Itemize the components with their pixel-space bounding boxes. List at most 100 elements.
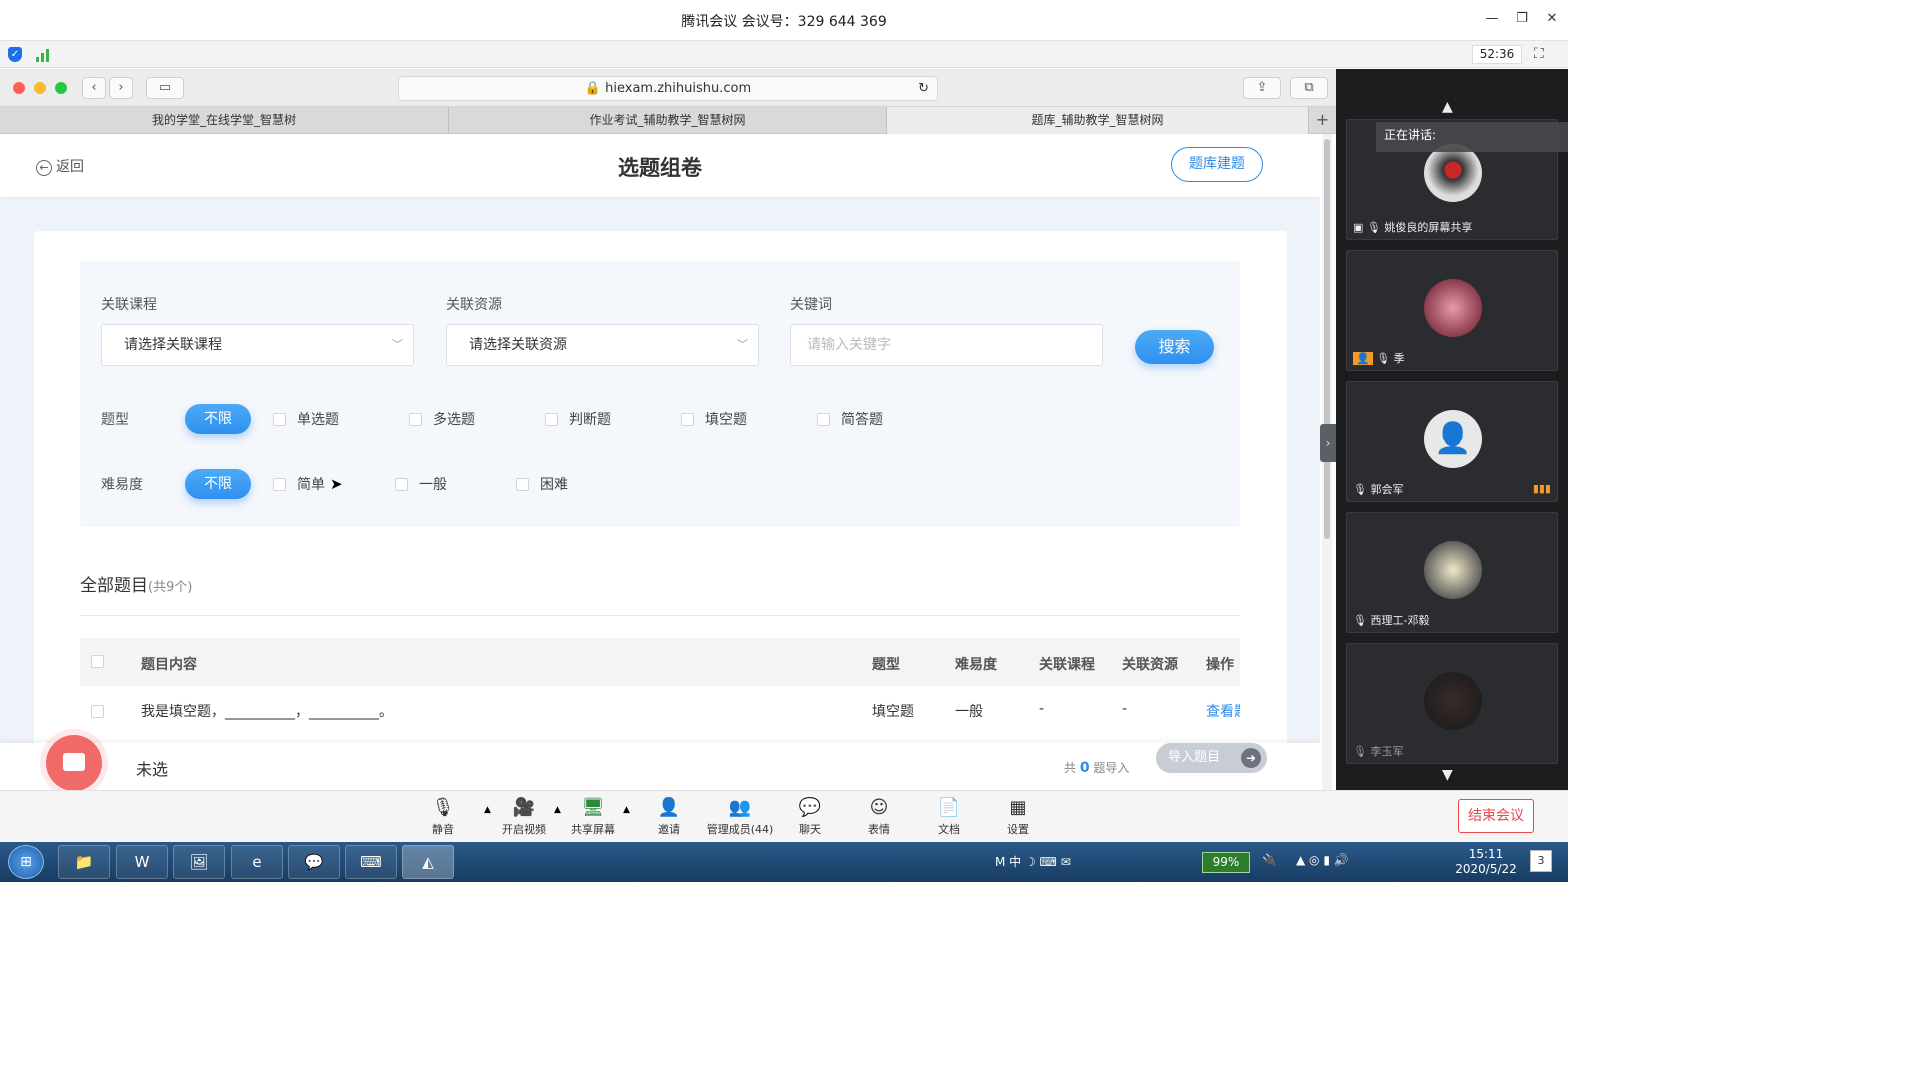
keyword-input[interactable]: 请输入关键字 [790, 324, 1103, 366]
participants-panel: ▲ ▣ 🎙 姚俊良的屏幕共享 👤 🎙 季 👤 🎙 郭会军 ▮▮▮ 🎙 西理工-邓… [1336, 69, 1568, 790]
column-header: 题型 [872, 657, 900, 673]
share-icon[interactable]: ⇪ [1243, 77, 1281, 99]
reload-icon[interactable]: ↻ [918, 77, 929, 100]
browser-app-icon[interactable]: e [231, 845, 283, 879]
type-checkbox[interactable] [545, 413, 558, 426]
share-options-caret-icon[interactable]: ▲ [623, 805, 630, 815]
minimize-window-icon[interactable] [34, 82, 46, 94]
image-viewer-icon[interactable]: 🖼 [173, 845, 225, 879]
security-shield-icon[interactable]: ✓ [8, 47, 22, 62]
address-bar[interactable]: 🔒 hiexam.zhihuishu.com ↻ [398, 76, 938, 101]
manage-members-button[interactable]: 👥 管理成员(44) [704, 797, 776, 837]
new-tab-icon[interactable]: + [1309, 107, 1336, 134]
difficulty-all-pill[interactable]: 不限 [185, 469, 251, 499]
chat-button[interactable]: 💬 聊天 [775, 797, 845, 837]
difficulty-option[interactable]: 简单 [297, 474, 325, 494]
browser-tab[interactable]: 我的学堂_在线学堂_智慧树 [0, 107, 449, 134]
mic-muted-icon: 🎙 [1353, 483, 1367, 496]
browser-tab-strip: 我的学堂_在线学堂_智慧树 作业考试_辅助教学_智慧树网 题库_辅助教学_智慧树… [0, 107, 1336, 134]
input-method-tray-icons[interactable]: M 中 ☽ ⌨ ✉ [995, 853, 1071, 870]
search-button[interactable]: 搜索 [1135, 330, 1214, 364]
close-icon[interactable]: ✕ [1542, 11, 1562, 26]
type-checkbox[interactable] [409, 413, 422, 426]
back-nav-icon[interactable]: ‹ [82, 77, 106, 99]
plug-icon[interactable]: 🔌 [1262, 853, 1277, 867]
resource-select[interactable]: 请选择关联资源 ﹀ [446, 324, 759, 366]
network-signal-icon[interactable] [36, 48, 52, 62]
file-explorer-icon[interactable]: 📁 [58, 845, 110, 879]
settings-grid-icon: ▦ [1009, 797, 1027, 818]
forward-nav-icon[interactable]: › [109, 77, 133, 99]
difficulty-option[interactable]: 困难 [540, 474, 568, 494]
table-row[interactable]: 我是填空题，__________，__________。 填空题 一般 - - … [80, 686, 1240, 736]
browser-tab[interactable]: 作业考试_辅助教学_智慧树网 [449, 107, 887, 134]
mic-icon: 🎙 [1376, 352, 1391, 365]
question-bank-button[interactable]: 题库建题 [1171, 147, 1263, 182]
page-scrollbar-thumb[interactable] [1324, 139, 1330, 539]
system-tray-icons[interactable]: ▲ ◎ ▮ 🔊 [1296, 853, 1349, 867]
sidebar-toggle-icon[interactable]: ▭ [146, 77, 184, 99]
scroll-down-icon[interactable]: ▼ [1442, 767, 1453, 783]
column-header: 关联课程 [1039, 657, 1095, 673]
documents-button[interactable]: 📄 文档 [914, 797, 984, 837]
difficulty-checkbox[interactable] [273, 478, 286, 491]
difficulty-checkbox[interactable] [516, 478, 529, 491]
tabs-overview-icon[interactable]: ⧉ [1290, 77, 1328, 99]
row-checkbox[interactable] [91, 705, 104, 718]
mic-muted-icon: 🎙 [1353, 745, 1367, 758]
type-option[interactable]: 单选题 [297, 409, 339, 429]
view-question-link[interactable]: 查看题 [1206, 701, 1240, 721]
type-option[interactable]: 填空题 [705, 409, 747, 429]
minimize-icon[interactable]: — [1482, 11, 1502, 26]
import-questions-button[interactable]: 导入题目 ➜ [1156, 743, 1267, 773]
settings-button[interactable]: ▦ 设置 [983, 797, 1053, 837]
work-app-icon[interactable]: ⌨ [345, 845, 397, 879]
meeting-timer: 52:36 [1472, 45, 1522, 64]
table-header: 题目内容 题型 难易度 关联课程 关联资源 操作 [80, 638, 1240, 686]
signal-icon: ▮▮▮ [1532, 482, 1551, 495]
avatar [1424, 672, 1482, 730]
type-checkbox[interactable] [681, 413, 694, 426]
scroll-up-icon[interactable]: ▲ [1442, 99, 1453, 115]
type-option[interactable]: 多选题 [433, 409, 475, 429]
type-checkbox[interactable] [273, 413, 286, 426]
start-button[interactable]: ⊞ [8, 845, 44, 879]
fullscreen-icon[interactable]: ⛶ [1534, 46, 1544, 62]
emoji-button[interactable]: ☺ 表情 [844, 797, 914, 837]
invite-button[interactable]: 👤 邀请 [634, 797, 704, 837]
mute-button[interactable]: 🎙 静音 [408, 797, 478, 837]
participant-tile[interactable]: 🎙 李玉军 [1346, 643, 1558, 764]
participant-tile[interactable]: 👤 🎙 季 [1346, 250, 1558, 371]
select-all-checkbox[interactable] [91, 655, 104, 668]
wechat-icon[interactable]: 💬 [288, 845, 340, 879]
notification-badge[interactable]: 3 [1530, 850, 1552, 872]
difficulty-option[interactable]: 一般 [419, 474, 447, 494]
tencent-meeting-icon[interactable]: ◭ [402, 845, 454, 879]
difficulty-checkbox[interactable] [395, 478, 408, 491]
arrow-right-icon: ➜ [1241, 748, 1261, 768]
course-select[interactable]: 请选择关联课程 ﹀ [101, 324, 414, 366]
end-meeting-button[interactable]: 结束会议 [1458, 799, 1534, 833]
user-icon: 👤 [1353, 352, 1373, 365]
type-option[interactable]: 简答题 [841, 409, 883, 429]
type-all-pill[interactable]: 不限 [185, 404, 251, 434]
invite-icon: 👤 [657, 797, 681, 818]
participant-tile[interactable]: 🎙 西理工-邓毅 [1346, 512, 1558, 633]
type-option[interactable]: 判断题 [569, 409, 611, 429]
battery-indicator[interactable]: 99% [1202, 852, 1250, 873]
share-screen-button[interactable]: 🖥 共享屏幕 [558, 797, 628, 837]
type-checkbox[interactable] [817, 413, 830, 426]
restore-icon[interactable]: ❐ [1512, 11, 1532, 26]
close-window-icon[interactable] [13, 82, 25, 94]
zoom-window-icon[interactable] [55, 82, 67, 94]
wps-writer-icon[interactable]: W [116, 845, 168, 879]
clock[interactable]: 15:11 2020/5/22 [1448, 847, 1524, 877]
browser-tab-active[interactable]: 题库_辅助教学_智慧树网 [887, 107, 1309, 134]
panel-collapse-handle[interactable]: › [1320, 424, 1336, 462]
question-basket-icon[interactable] [46, 735, 102, 790]
participant-tile[interactable]: 👤 🎙 郭会军 ▮▮▮ [1346, 381, 1558, 502]
participant-name: 西理工-邓毅 [1370, 614, 1430, 627]
video-button[interactable]: 🎥 开启视频 [489, 797, 559, 837]
chat-icon: 💬 [798, 797, 822, 818]
url-text: hiexam.zhihuishu.com [605, 81, 752, 96]
